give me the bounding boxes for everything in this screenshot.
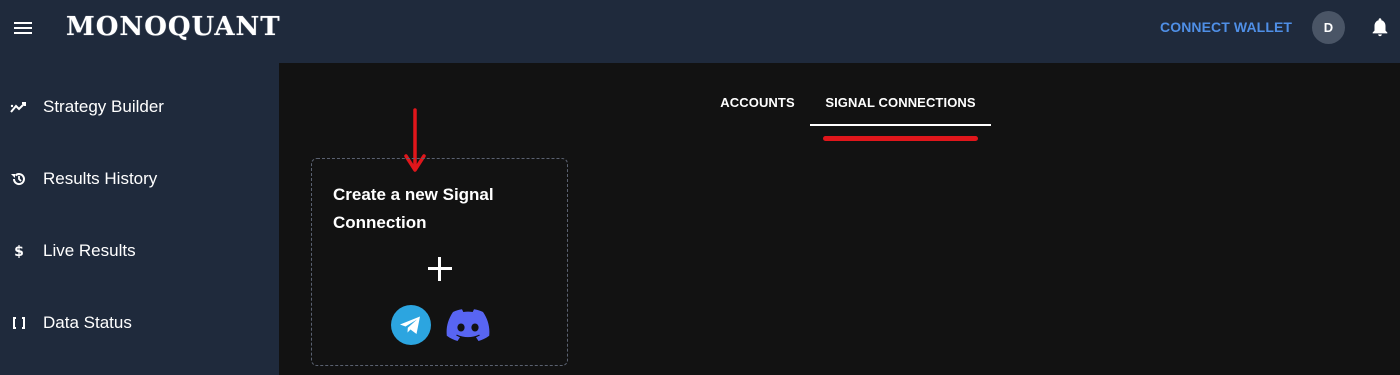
tab-signal-connections[interactable]: SIGNAL CONNECTIONS	[810, 80, 991, 126]
app-logo[interactable]: MONOQUANT	[66, 12, 281, 42]
sidebar-item-label: Live Results	[43, 241, 136, 260]
plus-icon[interactable]	[428, 257, 452, 281]
sidebar: Strategy Builder Results History $ Live …	[0, 63, 279, 375]
avatar[interactable]: D	[1312, 11, 1345, 44]
connect-wallet-button[interactable]: CONNECT WALLET	[1160, 19, 1292, 35]
annotation-red-underline	[823, 136, 978, 141]
dollar-icon: $	[9, 241, 29, 261]
sidebar-item-label: Data Status	[43, 313, 132, 332]
sidebar-item-strategy-builder[interactable]: Strategy Builder	[0, 85, 279, 129]
sidebar-item-results-history[interactable]: Results History	[0, 157, 279, 201]
hamburger-menu-icon[interactable]	[11, 18, 35, 38]
sidebar-item-label: Strategy Builder	[43, 97, 164, 116]
tab-accounts[interactable]: ACCOUNTS	[705, 80, 810, 125]
top-app-bar: MONOQUANT CONNECT WALLET D	[0, 0, 1400, 63]
chart-line-icon	[9, 97, 29, 117]
sidebar-item-live-results[interactable]: $ Live Results	[0, 229, 279, 273]
create-signal-connection-card[interactable]: Create a new Signal Connection	[311, 158, 568, 366]
discord-icon[interactable]	[446, 309, 490, 343]
sidebar-item-data-status[interactable]: Data Status	[0, 301, 279, 345]
svg-text:$: $	[14, 244, 24, 259]
telegram-icon[interactable]	[391, 305, 431, 345]
bell-icon[interactable]	[1369, 16, 1391, 38]
history-icon	[9, 169, 29, 189]
sidebar-item-label: Results History	[43, 169, 158, 188]
card-title: Create a new Signal Connection	[333, 185, 494, 232]
brackets-icon	[9, 313, 29, 333]
